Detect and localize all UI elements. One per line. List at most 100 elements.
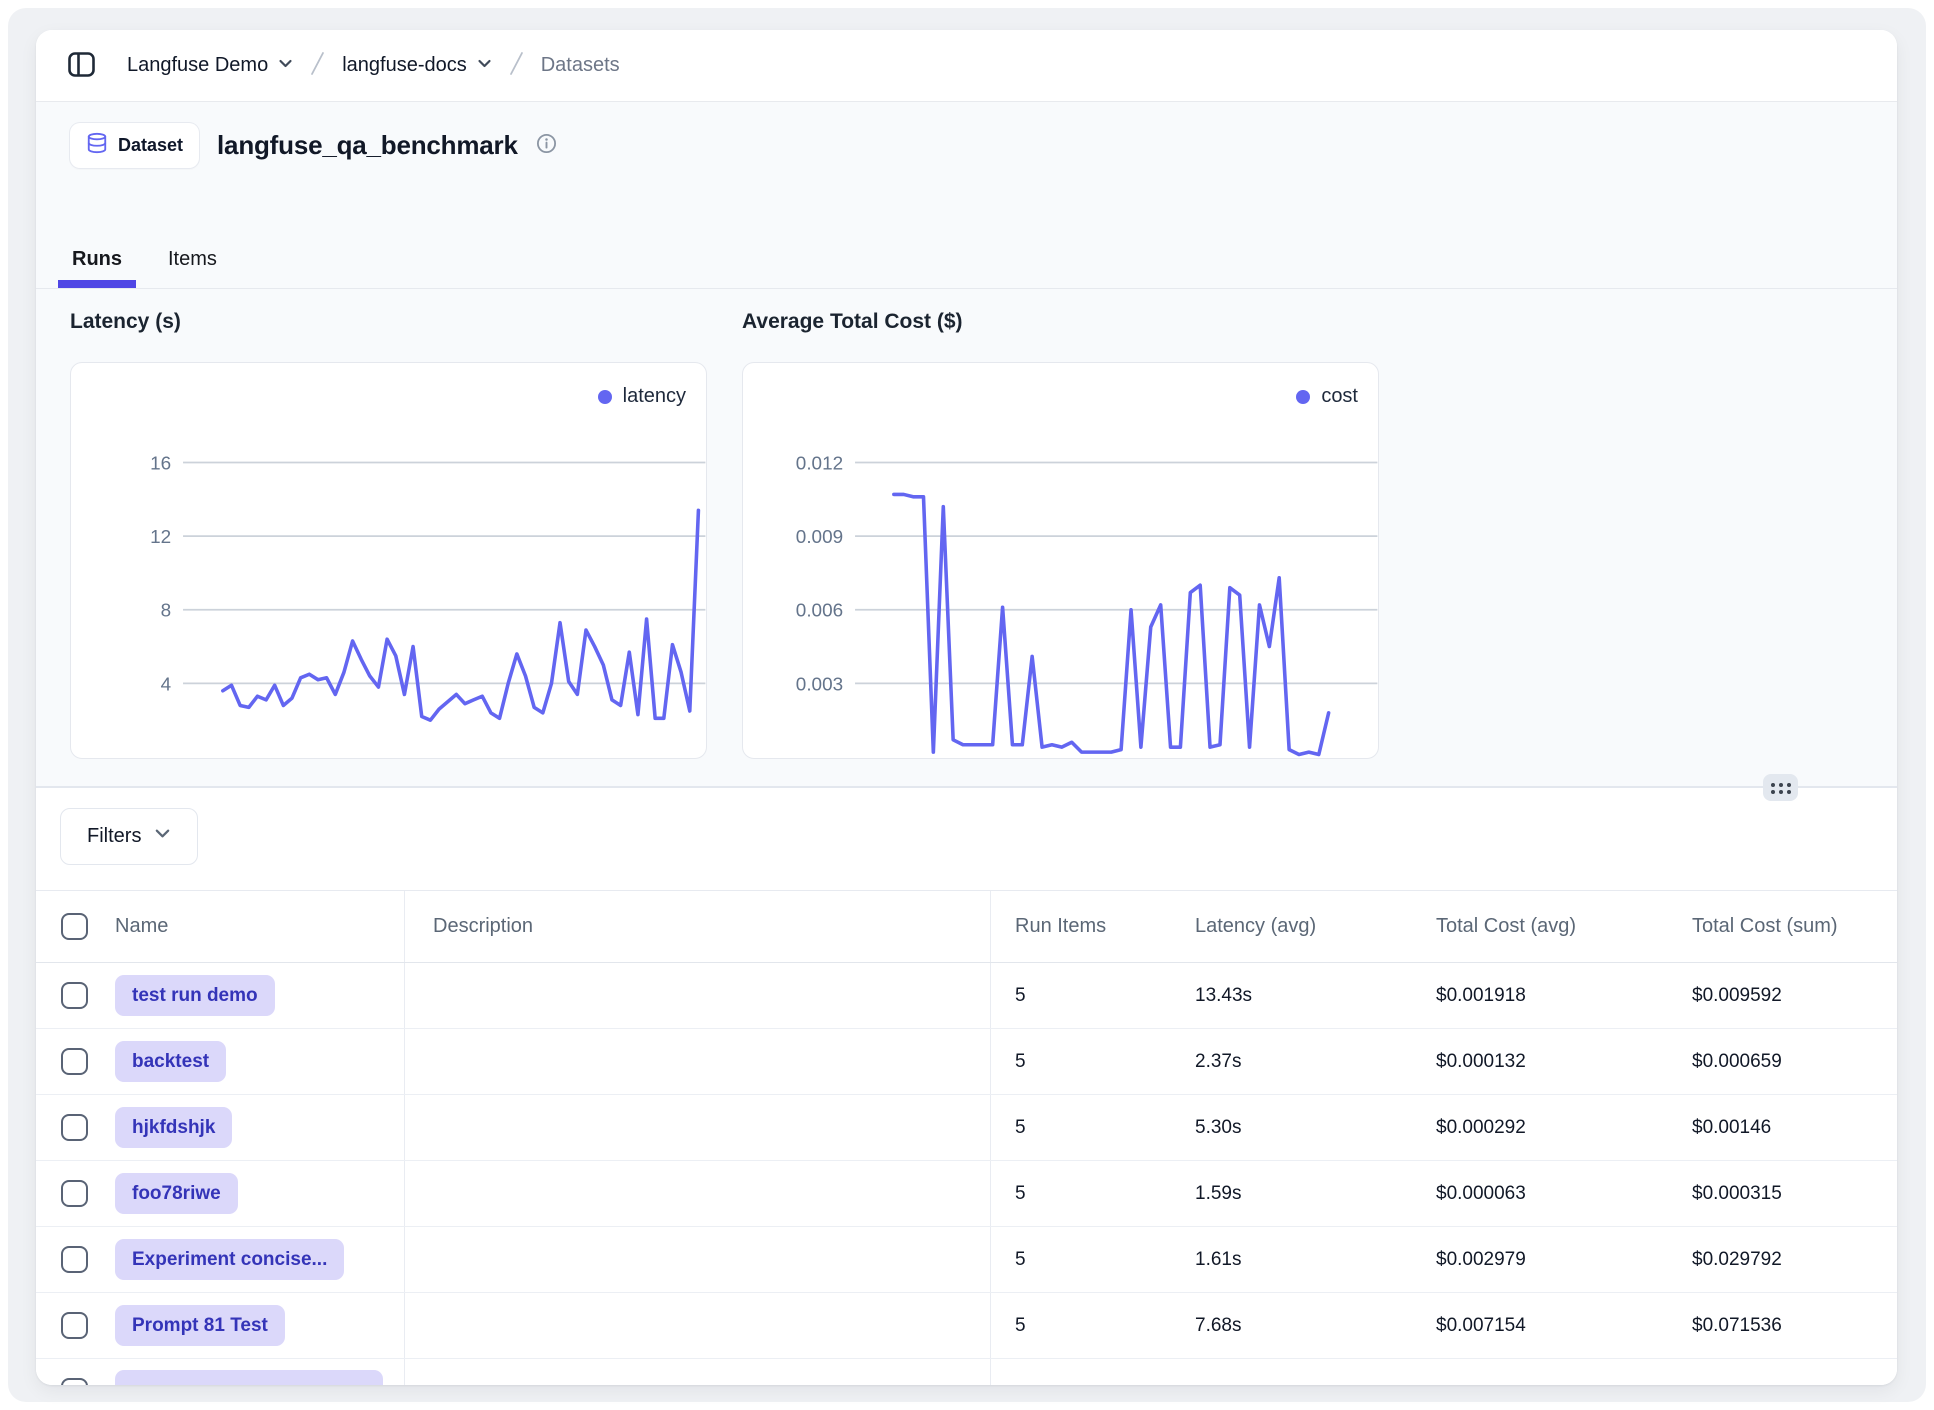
total-cost-avg-cell: $0.002979 [1412,1227,1668,1292]
latency-avg-cell: 1.59s [1171,1161,1412,1226]
name-cell: Prompt 81 Test [36,1293,405,1358]
svg-text:12: 12 [150,527,171,548]
tabs: Runs Items [36,230,1897,289]
latency-avg-cell: 13.43s [1171,963,1412,1028]
name-cell: backtest [36,1029,405,1094]
dataset-header: Dataset langfuse_qa_benchmark [70,123,557,168]
run-items-cell: 5 [991,1293,1171,1358]
table-row[interactable]: test run demo513.43s$0.001918$0.009592 [36,963,1897,1029]
panel-left-icon [66,49,97,83]
run-name-badge[interactable]: foo78riwe [115,1173,238,1214]
total-cost-avg-cell [1412,1359,1668,1385]
chevron-down-icon [278,54,293,77]
table-body: test run demo513.43s$0.001918$0.009592ba… [36,963,1897,1385]
name-cell: hjkfdshjk [36,1095,405,1160]
svg-text:0.006: 0.006 [796,601,843,622]
dataset-section: Dataset langfuse_qa_benchmark Runs Items… [36,102,1897,786]
total-cost-sum-cell [1668,1359,1897,1385]
row-checkbox[interactable] [61,1114,88,1141]
page-background: Langfuse Demo langfuse-docs [8,8,1926,1402]
latency-avg-cell: 2.37s [1171,1029,1412,1094]
breadcrumb-organization[interactable]: Langfuse Demo [127,54,293,77]
table-row[interactable]: backtest52.37s$0.000132$0.000659 [36,1029,1897,1095]
main-card: Langfuse Demo langfuse-docs [36,30,1897,1385]
chevron-down-icon [477,54,492,77]
cost-line-chart: 0.012 0.009 0.006 0.003 [743,363,1378,758]
column-header-name: Name [115,915,168,938]
breadcrumb-project[interactable]: langfuse-docs [342,54,492,77]
total-cost-sum-cell: $0.00146 [1668,1095,1897,1160]
total-cost-sum-cell: $0.000315 [1668,1161,1897,1226]
latency-avg-cell [1171,1359,1412,1385]
latency-avg-cell: 1.61s [1171,1227,1412,1292]
run-name-badge[interactable]: hjkfdshjk [115,1107,232,1148]
breadcrumb-separator [309,50,326,82]
total-cost-avg-cell: $0.000063 [1412,1161,1668,1226]
runs-section: Filters Name Description Run Items Laten… [36,786,1897,1385]
description-cell [405,1227,991,1292]
breadcrumb-organization-label: Langfuse Demo [127,54,268,77]
tab-runs[interactable]: Runs [70,230,124,288]
total-cost-sum-cell: $0.009592 [1668,963,1897,1028]
cost-chart: 0.012 0.009 0.006 0.003 cost [742,362,1379,759]
table-row[interactable]: Experiment concise...51.61s$0.002979$0.0… [36,1227,1897,1293]
svg-text:0.003: 0.003 [796,674,843,695]
run-name-badge[interactable] [115,1370,383,1386]
filters-button-label: Filters [87,825,141,848]
runs-table: Name Description Run Items Latency (avg)… [36,890,1897,1385]
breadcrumb-separator [508,50,525,82]
latency-chart-title: Latency (s) [70,310,181,334]
info-icon[interactable] [536,133,557,159]
page-title: langfuse_qa_benchmark [217,130,518,161]
svg-text:0.012: 0.012 [796,453,843,474]
cost-legend-label: cost [1321,385,1358,408]
row-checkbox[interactable] [61,1180,88,1207]
latency-line-chart: 161284 [71,363,706,758]
total-cost-sum-cell: $0.000659 [1668,1029,1897,1094]
breadcrumb-page: Datasets [541,54,620,77]
row-checkbox[interactable] [61,1246,88,1273]
run-name-badge[interactable]: backtest [115,1041,226,1082]
table-row[interactable]: hjkfdshjk55.30s$0.000292$0.00146 [36,1095,1897,1161]
header-name: Name [36,891,405,962]
description-cell [405,1359,991,1385]
select-all-checkbox[interactable] [61,913,88,940]
breadcrumb: Langfuse Demo langfuse-docs [127,50,620,82]
table-row[interactable]: foo78riwe 51.59s$0.000063$0.000315 [36,1161,1897,1227]
table-row[interactable]: Prompt 81 Test57.68s$0.007154$0.071536 [36,1293,1897,1359]
name-cell [36,1359,405,1385]
legend-dot-icon [598,390,612,404]
name-cell: foo78riwe [36,1161,405,1226]
section-resize-handle[interactable] [1763,774,1798,801]
tab-items[interactable]: Items [166,230,219,288]
latency-legend-label: latency [623,385,686,408]
row-checkbox[interactable] [61,982,88,1009]
drag-handle-icon [1769,780,1793,796]
run-items-cell: 5 [991,1161,1171,1226]
run-name-badge[interactable]: test run demo [115,975,275,1016]
run-items-cell [991,1359,1171,1385]
svg-text:4: 4 [161,674,172,695]
latency-avg-cell: 7.68s [1171,1293,1412,1358]
table-header: Name Description Run Items Latency (avg)… [36,890,1897,963]
total-cost-avg-cell: $0.000292 [1412,1095,1668,1160]
dataset-badge-label: Dataset [118,135,183,156]
svg-text:0.009: 0.009 [796,527,843,548]
table-row[interactable] [36,1359,1897,1385]
total-cost-avg-cell: $0.001918 [1412,963,1668,1028]
column-header-run-items: Run Items [991,891,1171,962]
cost-legend: cost [1296,385,1358,408]
column-header-total-cost-sum: Total Cost (sum) [1668,891,1897,962]
description-cell [405,963,991,1028]
description-cell [405,1293,991,1358]
row-checkbox[interactable] [61,1048,88,1075]
total-cost-sum-cell: $0.071536 [1668,1293,1897,1358]
sidebar-toggle-button[interactable] [66,49,97,83]
filters-button[interactable]: Filters [60,808,198,865]
run-name-badge[interactable]: Prompt 81 Test [115,1305,285,1346]
column-header-total-cost-avg: Total Cost (avg) [1412,891,1668,962]
row-checkbox[interactable] [61,1312,88,1339]
run-name-badge[interactable]: Experiment concise... [115,1239,344,1280]
row-checkbox[interactable] [61,1378,88,1385]
total-cost-sum-cell: $0.029792 [1668,1227,1897,1292]
